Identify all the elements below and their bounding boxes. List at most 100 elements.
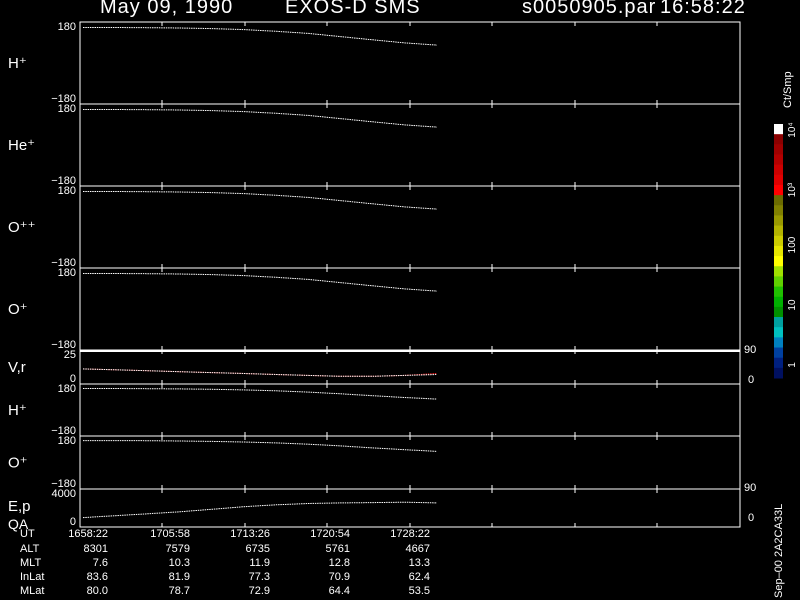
y-tick-top: 180 <box>58 267 76 279</box>
colorbar-swatch <box>774 144 783 155</box>
colorbar-tick: 100 <box>787 236 798 253</box>
colorbar-swatch <box>774 184 783 196</box>
panel-label: V,r <box>8 359 26 376</box>
y-tick-top: 4000 <box>52 488 76 500</box>
y-tick-bottom: 0 <box>70 516 76 528</box>
panel-frame <box>79 185 741 269</box>
panel-label: O⁺ <box>8 301 28 318</box>
side-note: Sep–00 2A2CA33L <box>773 503 785 598</box>
footer-value: 6735 <box>245 543 270 555</box>
footer-value: 1713:26 <box>230 528 270 540</box>
footer-value: 1720:54 <box>310 528 350 540</box>
footer-value: 62.4 <box>408 571 430 583</box>
y-tick-top: 25 <box>64 349 76 361</box>
panel-frame <box>79 103 741 187</box>
colorbar-swatch <box>774 357 783 369</box>
y-tick-top: 180 <box>58 185 76 197</box>
footer-value: 7579 <box>165 543 190 555</box>
colorbar-swatch <box>774 195 783 206</box>
colorbar-tick: 10⁴ <box>787 122 798 137</box>
panel-frame <box>79 267 741 351</box>
footer-value: 10.3 <box>168 557 190 569</box>
colorbar-swatch <box>774 317 783 328</box>
right-tick-v-bottom: 0 <box>748 374 754 386</box>
right-tick-e-top: 90 <box>744 482 756 494</box>
colorbar-tick: 10 <box>787 299 798 311</box>
colorbar-swatch <box>774 286 783 298</box>
y-tick-top: 180 <box>58 103 76 115</box>
colorbar-swatch <box>774 164 783 176</box>
footer-value: 53.5 <box>408 585 430 597</box>
footer-value: 70.9 <box>328 571 350 583</box>
footer-value: 4667 <box>405 543 430 555</box>
colorbar-swatch <box>774 327 783 338</box>
colorbar-swatch <box>774 367 783 379</box>
series-line <box>83 440 438 452</box>
footer-value: 80.0 <box>86 585 108 597</box>
panel-label: He⁺ <box>8 137 35 154</box>
y-tick-top: 180 <box>58 21 76 33</box>
footer-value: 1658:22 <box>68 528 108 540</box>
footer-value: 78.7 <box>168 585 190 597</box>
panel-frame <box>79 435 741 490</box>
colorbar-swatch <box>774 337 783 349</box>
series-line <box>83 388 438 400</box>
colorbar-tick: 1 <box>787 362 798 368</box>
series-line <box>83 273 438 292</box>
panel-frame <box>79 383 741 437</box>
panel-label: H⁺ <box>8 55 27 72</box>
colorbar-tick: 10³ <box>787 182 798 197</box>
footer-value: 13.3 <box>408 557 430 569</box>
footer-label: InLat <box>20 571 45 583</box>
series-line <box>82 368 438 377</box>
y-tick-top: 180 <box>58 383 76 395</box>
colorbar-swatch <box>774 154 783 166</box>
panel-separator <box>80 350 740 352</box>
panel-label: E,p <box>8 498 31 515</box>
footer-value: 8301 <box>83 543 108 555</box>
panel-label: H⁺ <box>8 402 27 419</box>
series-line <box>83 109 438 128</box>
panel-label: O⁺⁺ <box>8 219 36 236</box>
footer-value: 83.6 <box>86 571 108 583</box>
footer-value: 5761 <box>325 543 350 555</box>
footer-label: MLat <box>20 585 45 597</box>
colorbar-swatch <box>774 276 783 288</box>
footer-value: 7.6 <box>92 557 108 569</box>
colorbar-swatch <box>774 205 783 216</box>
colorbar-unit: Ct/Smp <box>782 71 794 108</box>
colorbar-swatch <box>774 174 783 186</box>
colorbar-swatch <box>774 296 783 308</box>
series-line <box>83 191 438 210</box>
footer-label: UT <box>20 528 35 540</box>
footer-value: 81.9 <box>168 571 190 583</box>
colorbar-swatch <box>774 266 783 277</box>
footer-value: 1728:22 <box>390 528 430 540</box>
panel-frame <box>79 488 741 528</box>
series-line <box>82 501 438 519</box>
footer-label: ALT <box>20 543 40 555</box>
right-tick-v-top: 90 <box>744 344 756 356</box>
colorbar-swatch <box>774 134 783 145</box>
colorbar-swatch <box>774 306 783 318</box>
panel-frame <box>79 349 741 385</box>
footer-value: 12.8 <box>328 557 350 569</box>
right-tick-e-bottom: 0 <box>748 512 754 524</box>
footer-label: MLT <box>20 557 42 569</box>
panel-frame <box>79 21 741 105</box>
footer-value: 64.4 <box>328 585 350 597</box>
colorbar-swatch <box>774 347 783 359</box>
y-tick-top: 180 <box>58 435 76 447</box>
colorbar-swatch <box>774 256 783 267</box>
colorbar-swatch <box>774 225 783 237</box>
colorbar-swatch <box>774 124 783 135</box>
colorbar-swatch <box>774 245 783 257</box>
series-line <box>83 27 438 46</box>
colorbar-swatch <box>774 235 783 247</box>
colorbar-swatch <box>774 215 783 227</box>
footer-value: 11.9 <box>249 557 270 569</box>
footer-value: 77.3 <box>248 571 270 583</box>
footer-value: 1705:58 <box>150 528 190 540</box>
panel-label: O⁺ <box>8 455 28 472</box>
footer-value: 72.9 <box>248 585 270 597</box>
